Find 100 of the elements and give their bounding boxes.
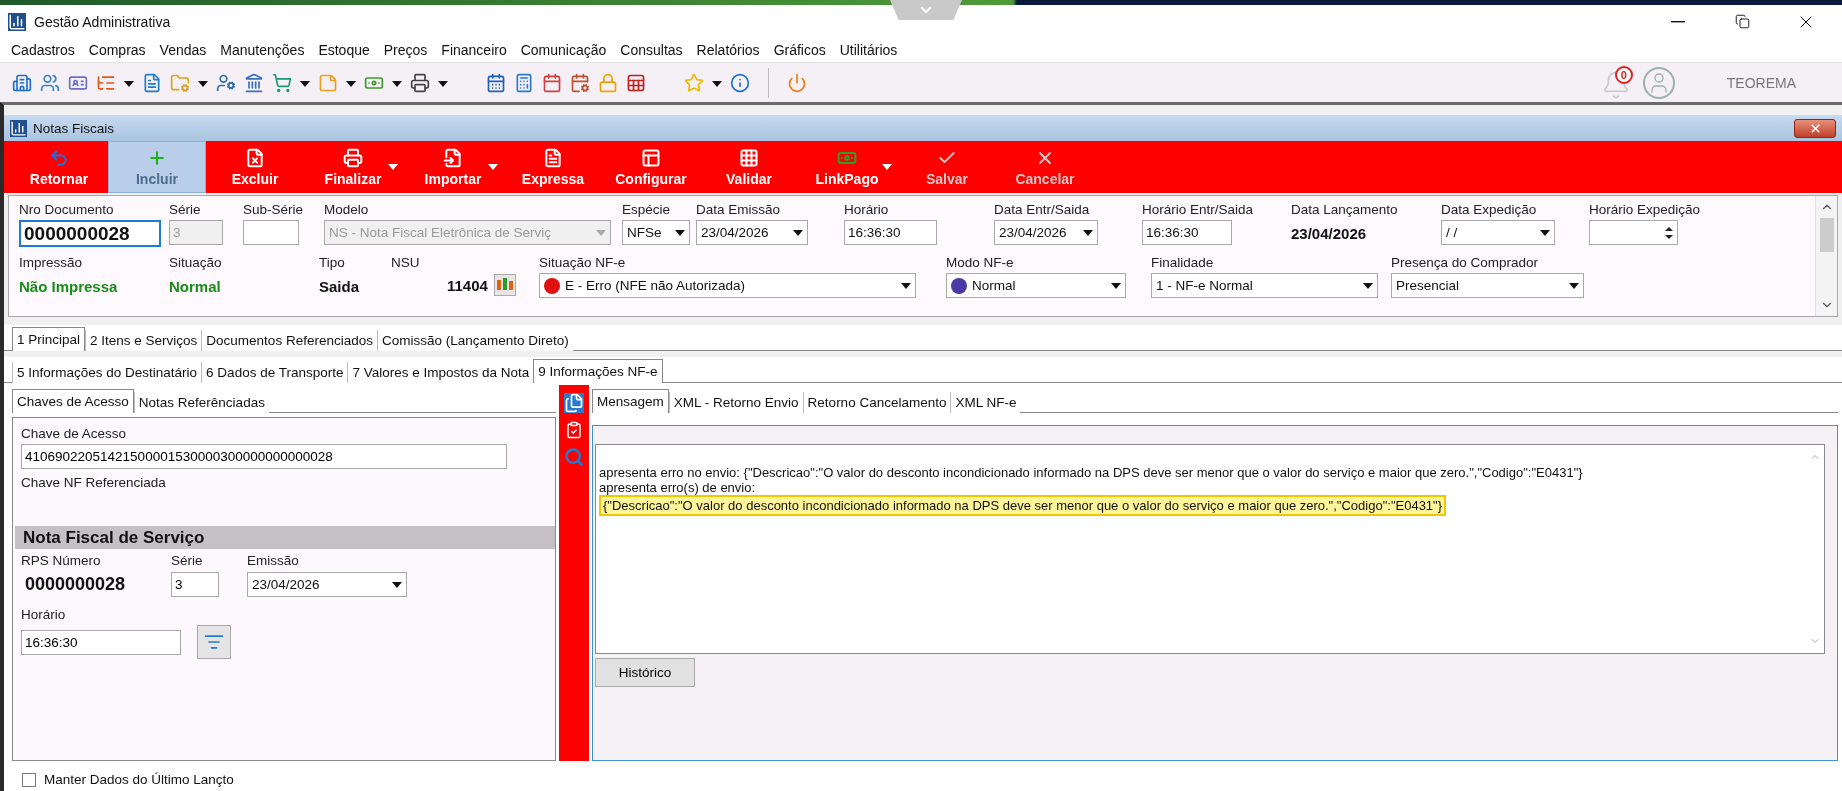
time-spinner[interactable] <box>1589 220 1678 245</box>
list-button[interactable] <box>197 625 231 659</box>
toolbar-button[interactable]: Retornar <box>10 141 108 193</box>
toolbar-button[interactable]: Expressa <box>504 141 602 193</box>
menu-item[interactable]: Comunicação <box>513 40 614 60</box>
tab[interactable]: Chaves de Acesso <box>12 389 134 413</box>
caret-icon <box>392 581 402 588</box>
clipboard-icon[interactable] <box>565 421 583 439</box>
caret-icon <box>388 164 398 170</box>
field-value: 23/04/2026 <box>1291 224 1368 242</box>
menu-item[interactable]: Manutenções <box>213 40 312 60</box>
menu-item[interactable]: Utilitários <box>832 40 905 60</box>
caret-icon <box>1111 282 1121 289</box>
documents-icon[interactable] <box>564 393 584 413</box>
field-label: Série <box>169 202 202 217</box>
user-avatar[interactable] <box>1642 66 1675 99</box>
text-field[interactable]: 0000000028 <box>19 220 161 247</box>
field-label: Tipo <box>319 255 346 270</box>
toolbar-button[interactable]: Finalizar <box>304 141 402 193</box>
text-field[interactable]: 16:36:30 <box>844 220 937 245</box>
menu-item[interactable]: Consultas <box>613 40 690 60</box>
menu-item[interactable]: Vendas <box>152 40 214 60</box>
tab[interactable]: 5 Informações do Destinatário <box>12 362 202 383</box>
caret-icon <box>675 229 685 236</box>
message-line: apresenta erro no envio: {"Descricao":"O valor do desconto incondicionado informado na DPS deve ser menor que o valor do serviço e maior que zero.","Codigo":"E0431"} <box>599 465 1583 480</box>
tab[interactable]: Notas Referênciadas <box>133 392 269 413</box>
caret-icon <box>901 282 911 289</box>
table-icon <box>626 72 646 93</box>
calendar-grid-icon <box>486 72 506 93</box>
tab[interactable]: 1 Principal <box>12 327 86 351</box>
people-icon <box>40 72 60 93</box>
tab[interactable]: Mensagem <box>592 389 669 413</box>
numbering-icon[interactable] <box>493 274 516 296</box>
field-label: Nro Documento <box>19 202 115 217</box>
caret-icon <box>882 164 892 170</box>
text-field[interactable]: 41069022051421500001530000300000000000028 <box>21 444 507 469</box>
tab[interactable]: Comissão (Lançamento Direto) <box>376 330 573 351</box>
toolbar-button[interactable]: Configurar <box>602 141 700 193</box>
message-line: apresenta erro(s) de envio: <box>599 480 756 495</box>
dropdown[interactable]: NFSe <box>622 220 690 245</box>
dropdown[interactable]: 23/04/2026 <box>994 220 1098 245</box>
tab[interactable]: 7 Valores e Impostos da Nota <box>347 362 534 383</box>
field-label: Modo NF-e <box>946 255 1015 270</box>
delete-document-icon <box>245 147 265 168</box>
tab[interactable]: 2 Itens e Serviços <box>85 330 202 351</box>
toolbar-button[interactable]: Validar <box>700 141 798 193</box>
tab[interactable]: XML - Retorno Envio <box>668 392 803 413</box>
text-field[interactable]: 3 <box>171 572 219 597</box>
caret-icon <box>1083 229 1093 236</box>
scrollbar-thumb[interactable] <box>1819 218 1834 252</box>
field-label: Data Emissão <box>696 202 782 217</box>
text-field[interactable] <box>243 220 299 245</box>
field-label: RPS Número <box>21 553 102 568</box>
menu-item[interactable]: Estoque <box>311 40 377 60</box>
dropdown[interactable]: / / <box>1441 220 1555 245</box>
dropdown[interactable]: 23/04/2026 <box>696 220 808 245</box>
tab[interactable]: 6 Dados de Transporte <box>201 362 348 383</box>
notification-button[interactable]: 0 <box>1600 65 1635 100</box>
dropdown[interactable]: Normal <box>946 273 1126 298</box>
dropdown[interactable]: 1 - NF-e Normal <box>1151 273 1378 298</box>
dropdown[interactable]: E - Erro (NFE não Autorizada) <box>539 273 916 298</box>
menu-item[interactable]: Cadastros <box>4 40 82 60</box>
field-label: Data Entr/Saida <box>994 202 1091 217</box>
field-value: Normal <box>169 277 222 295</box>
field-label: Horário Entr/Saida <box>1142 202 1255 217</box>
field-label: Horário <box>844 202 890 217</box>
toolbar-button[interactable]: LinkPago <box>798 141 896 193</box>
caret-icon <box>392 81 402 87</box>
field-value: 0000000028 <box>24 574 127 595</box>
window-title: Notas Fiscais <box>33 120 115 136</box>
menu-item[interactable]: Compras <box>81 40 153 60</box>
bank-icon <box>244 72 264 93</box>
minimize-icon <box>1671 20 1685 23</box>
history-button[interactable]: Histórico <box>595 658 695 687</box>
field-value: 11404 <box>447 276 488 294</box>
power-icon <box>787 72 807 93</box>
window-icon <box>10 119 27 137</box>
dropdown[interactable]: Presencial <box>1391 273 1584 298</box>
tab[interactable]: XML NF-e <box>950 392 1021 413</box>
field-label: Horário <box>21 607 67 622</box>
field-label: Horário Expedição <box>1589 202 1702 217</box>
menu-item[interactable]: Gráficos <box>766 40 833 60</box>
menu-item[interactable]: Relatórios <box>689 40 767 60</box>
app-icon <box>8 12 26 31</box>
field-label: Data Expedição <box>1441 202 1538 217</box>
text-field[interactable]: 16:36:30 <box>1142 220 1232 245</box>
menu-item[interactable]: Preços <box>376 40 435 60</box>
tab[interactable]: 9 Informações NF-e <box>533 359 663 383</box>
scrollbar[interactable] <box>1815 196 1837 316</box>
caret-icon <box>596 229 606 236</box>
dropdown[interactable]: 23/04/2026 <box>247 572 407 597</box>
menu-item[interactable]: Financeiro <box>434 40 514 60</box>
text-field[interactable]: 16:36:30 <box>21 629 181 655</box>
toolbar-button[interactable]: Excluir <box>206 141 304 193</box>
toolbar-button[interactable]: Importar <box>404 141 502 193</box>
close-button[interactable] <box>1794 118 1836 138</box>
tab[interactable]: Documentos Referenciados <box>201 330 377 351</box>
tab[interactable]: Retorno Cancelamento <box>802 392 951 413</box>
restore-icon <box>1734 14 1750 29</box>
field-label: Sub-Série <box>243 202 305 217</box>
